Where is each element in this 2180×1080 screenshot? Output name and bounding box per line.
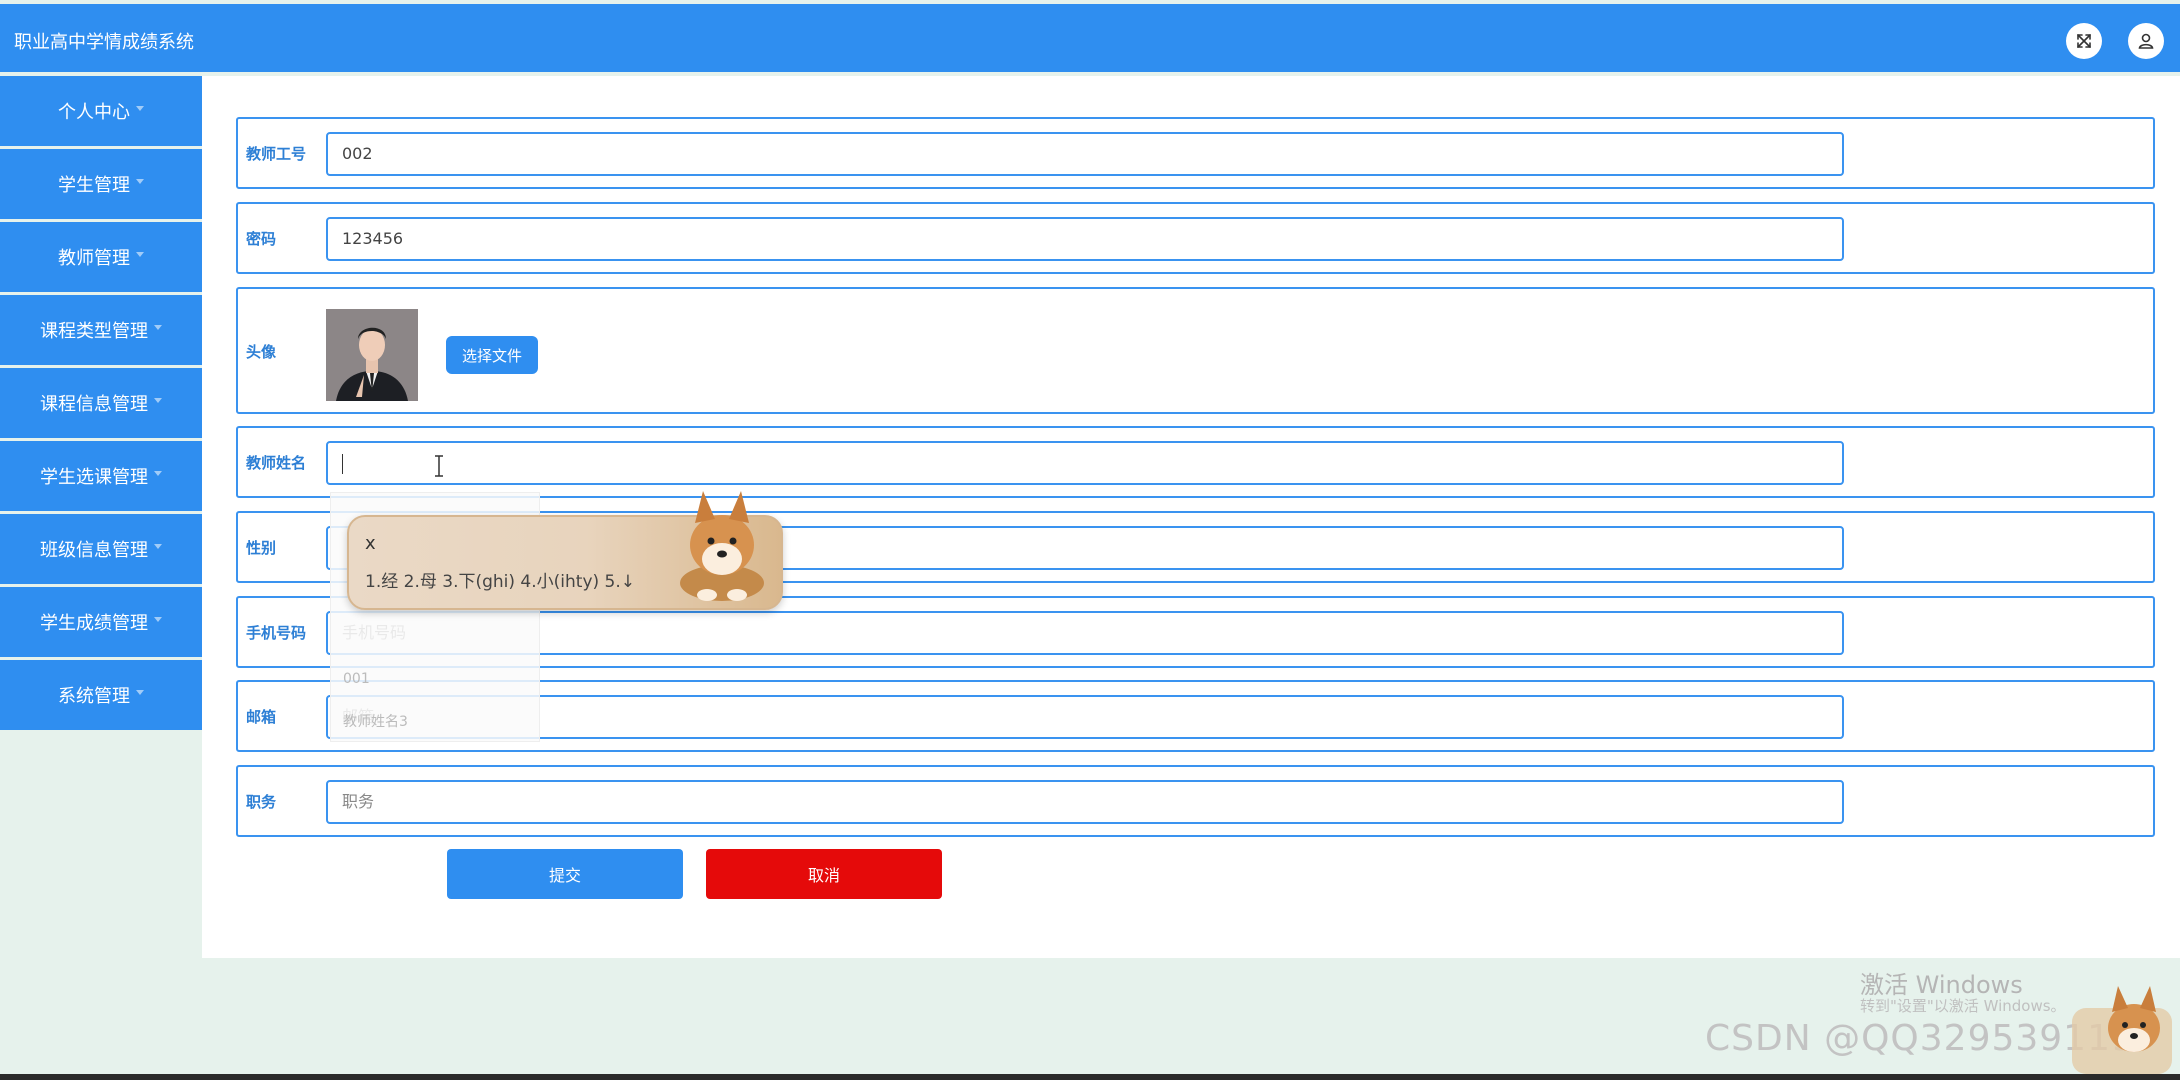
sidebar-item-course-info-management[interactable]: 课程信息管理 bbox=[0, 368, 202, 438]
teacher-name-label: 教师姓名 bbox=[246, 454, 307, 472]
windows-activation-hint: 转到"设置"以激活 Windows。 bbox=[1860, 997, 2066, 1015]
user-button[interactable] bbox=[2128, 23, 2164, 59]
sidebar-menu: 个人中心 学生管理 教师管理 课程类型管理 课程信息管理 学生选课管理 班级信息… bbox=[0, 76, 202, 733]
sidebar-item-label: 教师管理 bbox=[58, 248, 130, 269]
caret-down-icon bbox=[154, 324, 162, 330]
autocomplete-item[interactable]: 001 bbox=[343, 671, 370, 687]
caret-down-icon bbox=[154, 397, 162, 403]
avatar-row: 头像 选择文件 bbox=[236, 287, 2155, 414]
teacher-name-input[interactable] bbox=[326, 441, 1844, 485]
sidebar-item-label: 学生成绩管理 bbox=[40, 613, 148, 634]
ime-composition-text: x bbox=[365, 533, 376, 554]
caret-down-icon bbox=[136, 178, 144, 184]
email-input[interactable]: 邮箱 bbox=[326, 695, 1844, 739]
autocomplete-item[interactable]: 教师姓名3 bbox=[343, 711, 408, 731]
sidebar-item-label: 个人中心 bbox=[58, 102, 130, 123]
choose-file-button[interactable]: 选择文件 bbox=[446, 336, 538, 374]
shiba-dog-icon bbox=[2072, 986, 2172, 1074]
sidebar-item-teacher-management[interactable]: 教师管理 bbox=[0, 222, 202, 292]
password-label: 密码 bbox=[246, 230, 277, 248]
position-label: 职务 bbox=[246, 793, 277, 811]
avatar-image bbox=[326, 309, 418, 401]
submit-button[interactable]: 提交 bbox=[447, 849, 683, 899]
sidebar-item-class-info-management[interactable]: 班级信息管理 bbox=[0, 514, 202, 584]
fullscreen-button[interactable] bbox=[2066, 23, 2102, 59]
sidebar-item-label: 系统管理 bbox=[58, 686, 130, 707]
teacher-id-label: 教师工号 bbox=[246, 145, 307, 163]
top-bar: 职业高中学情成绩系统 bbox=[0, 4, 2180, 72]
teacher-id-row: 教师工号 002 bbox=[236, 117, 2155, 189]
sidebar-item-student-management[interactable]: 学生管理 bbox=[0, 149, 202, 219]
phone-label: 手机号码 bbox=[246, 624, 307, 642]
shiba-dog-icon bbox=[680, 491, 764, 601]
sidebar-item-label: 班级信息管理 bbox=[40, 540, 148, 561]
taskbar bbox=[0, 1074, 2180, 1080]
gender-label: 性别 bbox=[246, 539, 277, 557]
avatar-label: 头像 bbox=[246, 343, 277, 361]
position-input[interactable]: 职务 bbox=[326, 780, 1844, 824]
ime-candidate-list[interactable]: 1.经 2.母 3.下(ghi) 4.小(ihty) 5.↓ bbox=[365, 567, 635, 592]
teacher-name-row: 教师姓名 bbox=[236, 426, 2155, 498]
teacher-id-input[interactable]: 002 bbox=[326, 132, 1844, 176]
app-window: 职业高中学情成绩系统 个人中心 学生管理 教师管理 课程类型管理 课程信息管理 … bbox=[0, 0, 2180, 1080]
caret-down-icon bbox=[136, 689, 144, 695]
phone-input[interactable]: 手机号码 bbox=[326, 611, 1844, 655]
text-caret bbox=[342, 453, 343, 474]
sidebar-item-label: 学生管理 bbox=[58, 175, 130, 196]
sidebar-item-course-selection-management[interactable]: 学生选课管理 bbox=[0, 441, 202, 511]
cancel-button[interactable]: 取消 bbox=[706, 849, 942, 899]
email-label: 邮箱 bbox=[246, 708, 277, 726]
sidebar-item-course-type-management[interactable]: 课程类型管理 bbox=[0, 295, 202, 365]
sidebar-item-personal-center[interactable]: 个人中心 bbox=[0, 76, 202, 146]
user-icon bbox=[2138, 33, 2154, 49]
sidebar-item-label: 课程信息管理 bbox=[40, 394, 148, 415]
caret-down-icon bbox=[136, 251, 144, 257]
caret-down-icon bbox=[154, 616, 162, 622]
password-input[interactable]: 123456 bbox=[326, 217, 1844, 261]
sidebar-item-score-management[interactable]: 学生成绩管理 bbox=[0, 587, 202, 657]
caret-down-icon bbox=[136, 105, 144, 111]
sidebar-item-system-management[interactable]: 系统管理 bbox=[0, 660, 202, 730]
sidebar-item-label: 学生选课管理 bbox=[40, 467, 148, 488]
password-row: 密码 123456 bbox=[236, 202, 2155, 274]
caret-down-icon bbox=[154, 543, 162, 549]
ime-candidate-window: x 1.经 2.母 3.下(ghi) 4.小(ihty) 5.↓ bbox=[347, 491, 783, 610]
app-title: 职业高中学情成绩系统 bbox=[14, 32, 194, 53]
caret-down-icon bbox=[154, 470, 162, 476]
sidebar-item-label: 课程类型管理 bbox=[40, 321, 148, 342]
position-row: 职务 职务 bbox=[236, 765, 2155, 837]
fullscreen-icon bbox=[2077, 34, 2091, 48]
text-cursor-icon bbox=[435, 455, 443, 477]
